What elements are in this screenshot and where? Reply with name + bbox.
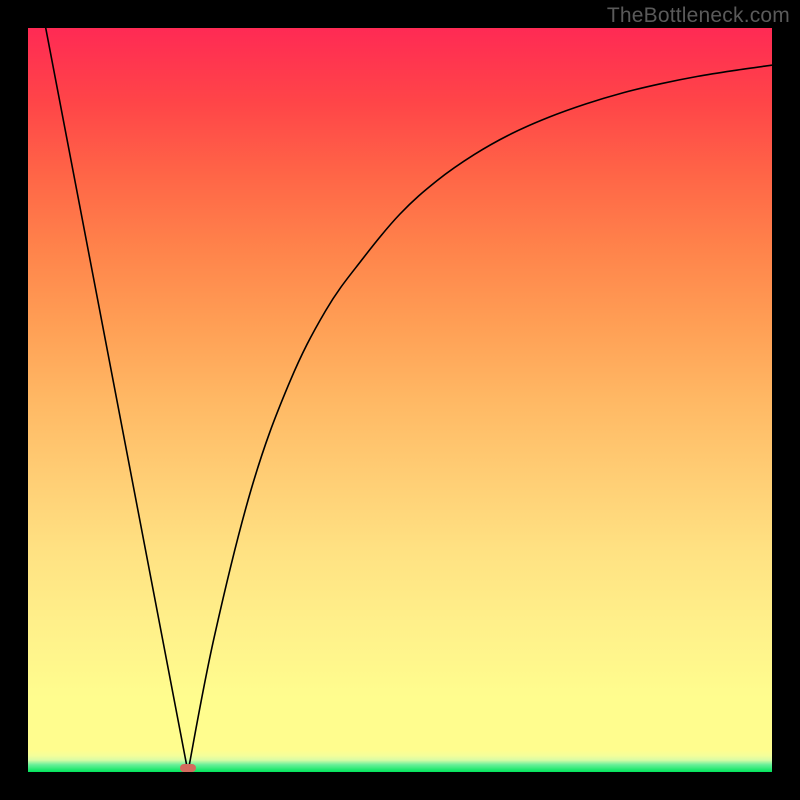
plot-area [28, 28, 772, 772]
bottleneck-curve [28, 28, 772, 772]
optimum-marker [180, 764, 196, 772]
curve-path [43, 28, 772, 772]
chart-frame: TheBottleneck.com [0, 0, 800, 800]
watermark-text: TheBottleneck.com [607, 4, 790, 28]
